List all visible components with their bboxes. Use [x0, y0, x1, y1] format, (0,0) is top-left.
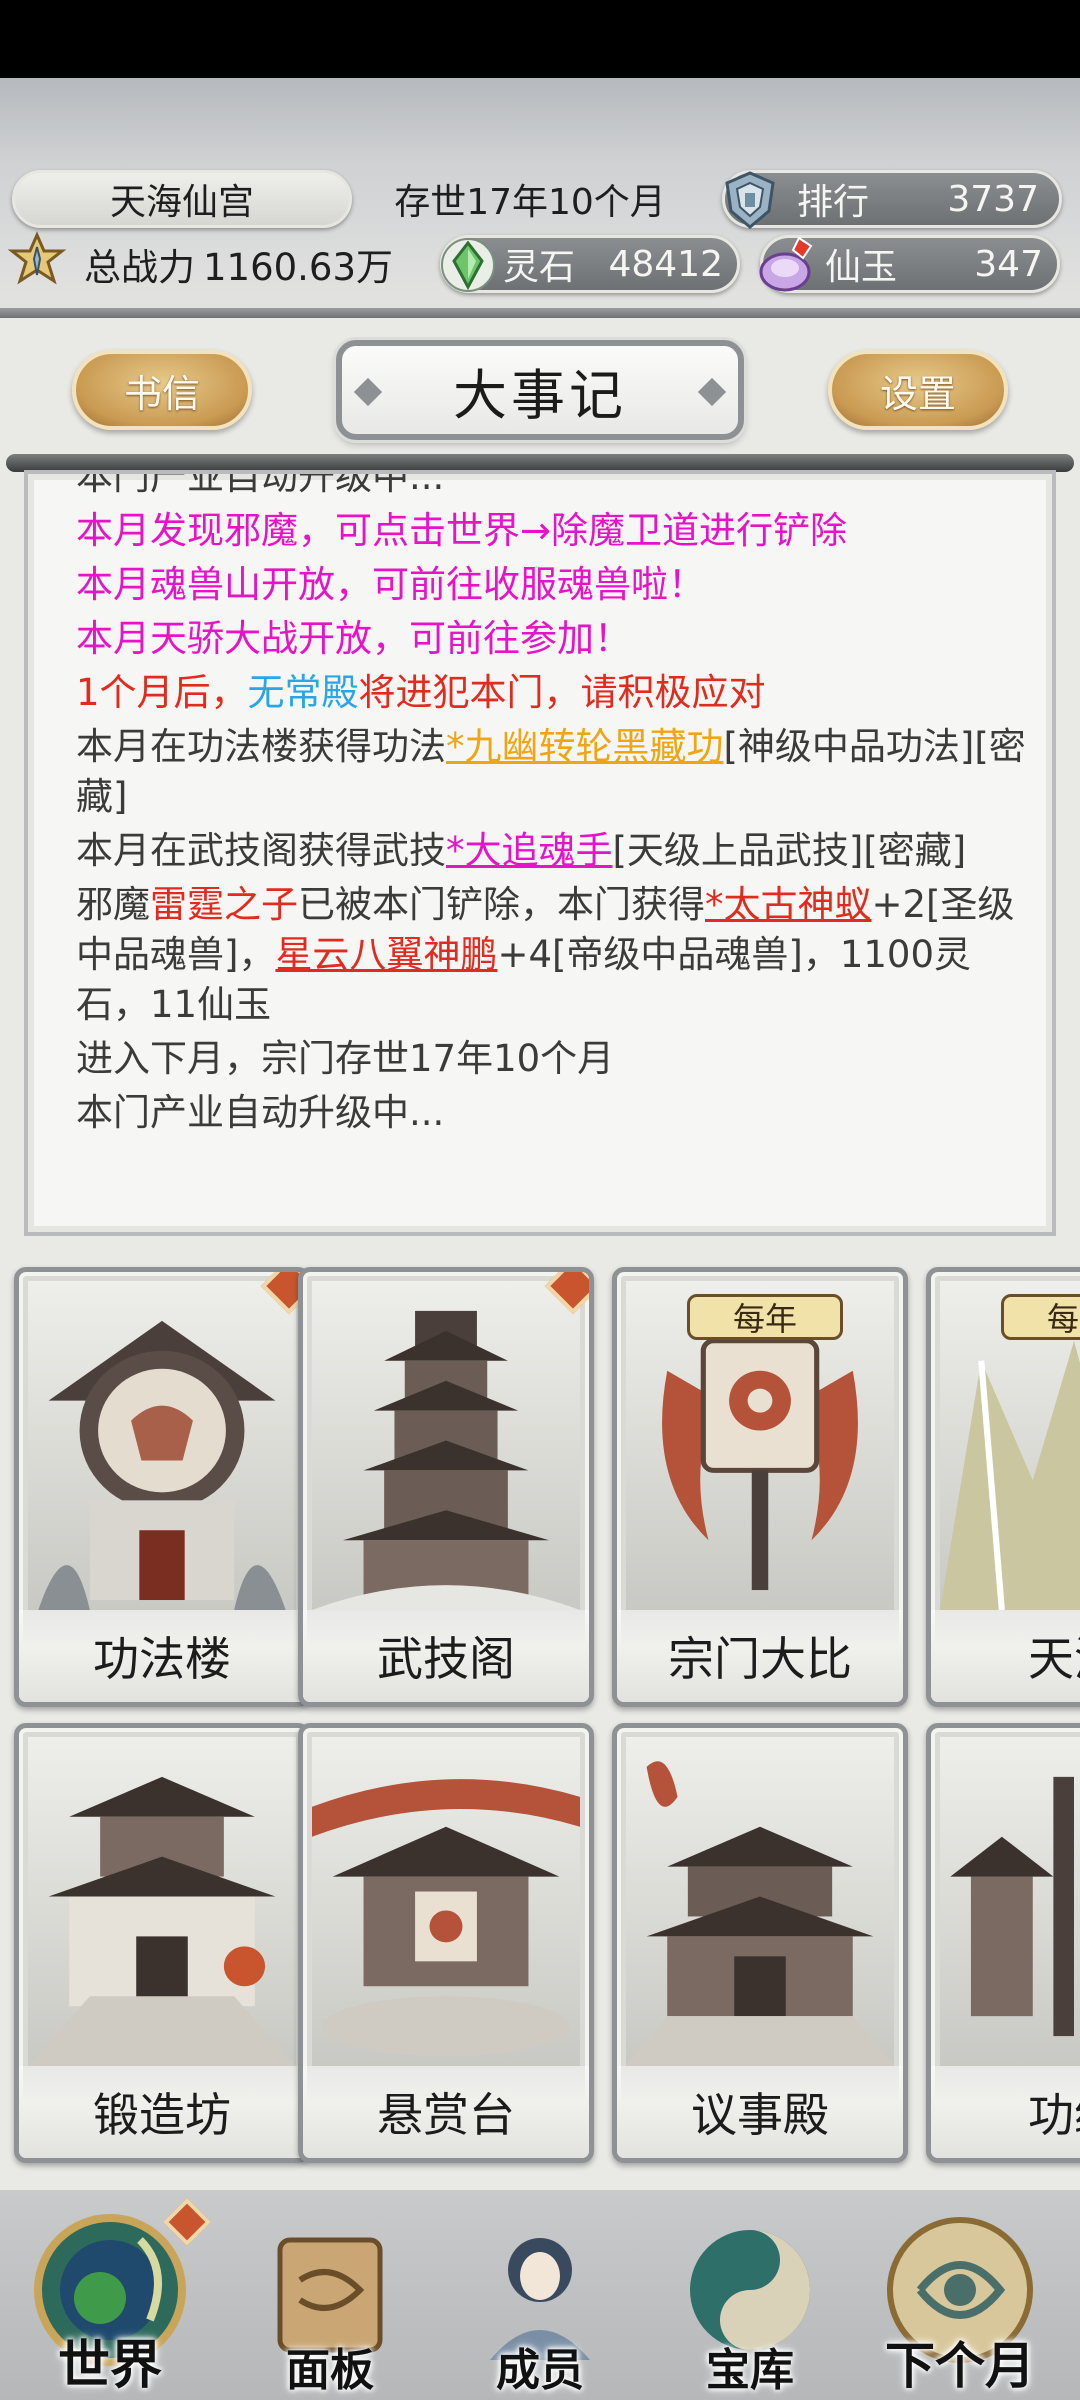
- combat-power: 总战力 1160.63万: [7, 231, 412, 293]
- council-hall-art: [626, 1737, 894, 2066]
- page-title: 大事记: [336, 340, 744, 440]
- power-label: 总战力: [84, 246, 195, 289]
- log-entry: 本月在功法楼获得功法*九幽转轮黑藏功[神级中品功法][密藏]: [76, 722, 1036, 822]
- merit-art: [940, 1737, 1080, 2066]
- building-card-merit[interactable]: 功绩: [926, 1723, 1080, 2163]
- log-text: 已被本门铲除，本门获得: [298, 883, 705, 926]
- building-label: 锻造坊: [19, 2066, 305, 2158]
- log-text: 将进犯本门，请积极应对: [358, 671, 766, 714]
- letters-label: 书信: [123, 371, 200, 416]
- nav-world-label: 世界: [57, 2335, 162, 2396]
- sect-age-text: 存世17年10个月: [394, 182, 666, 223]
- building-card-technique-tower[interactable]: 功法楼: [14, 1267, 310, 1707]
- beast-link[interactable]: *太古神蚁: [705, 883, 872, 926]
- building-label: 悬赏台: [303, 2066, 589, 2158]
- technique-tower-art: [28, 1281, 296, 1610]
- jade-value: 347: [974, 243, 1043, 285]
- building-card-bounty-board[interactable]: 悬赏台: [298, 1723, 594, 2163]
- nav-vault-button[interactable]: 宝库: [650, 2200, 850, 2400]
- nav-next-month-button[interactable]: 下个月: [860, 2200, 1060, 2400]
- log-text: 邪魔: [76, 883, 150, 926]
- faction-name[interactable]: 无常殿: [248, 671, 359, 714]
- building-label: 天涯: [931, 1610, 1080, 1702]
- log-text: 1个月后，: [76, 671, 248, 714]
- building-card-sect-tournament[interactable]: 每年 宗门大比: [612, 1267, 908, 1707]
- building-card-council-hall[interactable]: 议事殿: [612, 1723, 908, 2163]
- left-gem-ornament: [353, 377, 383, 407]
- letters-button[interactable]: 书信: [72, 350, 252, 430]
- sect-name: 天海仙宫: [109, 182, 254, 223]
- rank-label: 排行: [797, 182, 870, 223]
- stone-label: 灵石: [503, 247, 576, 288]
- technique-link[interactable]: *九幽转轮黑藏功: [446, 725, 724, 768]
- immortal-jade-pill[interactable]: 仙玉 347: [759, 235, 1060, 293]
- log-entry: 进入下月，宗门存世17年10个月: [76, 1037, 615, 1080]
- building-label: 武技阁: [303, 1610, 589, 1702]
- settings-button[interactable]: 设置: [828, 350, 1008, 430]
- rank-pill[interactable]: 排行 3737: [722, 170, 1062, 229]
- event-log-panel[interactable]: 本门产业自动升级中... 本月发现邪魔，可点击世界→除魔卫道进行铲除 本月魂兽山…: [24, 470, 1056, 1236]
- yearly-tag: 每年: [1001, 1294, 1080, 1340]
- log-text: 本月在功法楼获得功法: [76, 725, 446, 768]
- skill-link[interactable]: *大追魂手: [446, 829, 613, 872]
- immortal-jade-icon: [753, 230, 823, 300]
- building-label: 功法楼: [19, 1610, 305, 1702]
- nav-next-month-label: 下个月: [885, 2336, 1035, 2395]
- log-entry: 本月发现邪魔，可点击世界→除魔卫道进行铲除: [76, 509, 848, 552]
- page-title-text: 大事记: [453, 363, 627, 427]
- beast-link[interactable]: 星云八翼神鹏: [275, 933, 497, 976]
- log-text: 本月在武技阁获得武技: [76, 829, 446, 872]
- building-label: 议事殿: [617, 2066, 903, 2158]
- building-label: 宗门大比: [617, 1610, 903, 1702]
- nav-panel-button[interactable]: 面板: [230, 2200, 430, 2400]
- power-value: 1160.63万: [203, 246, 394, 289]
- log-entry: 本月魂兽山开放，可前往收服魂兽啦！: [76, 563, 705, 606]
- rank-value: 3737: [947, 178, 1039, 220]
- nav-members-label: 成员: [496, 2345, 584, 2396]
- building-label: 功绩: [931, 2066, 1080, 2158]
- building-card-forge[interactable]: 锻造坊: [14, 1723, 310, 2163]
- status-bar: [0, 0, 1080, 78]
- spirit-stone-icon: [433, 230, 503, 300]
- sect-age: 存世17年10个月: [350, 170, 710, 228]
- log-entry: 本门产业自动升级中...: [76, 1091, 445, 1134]
- event-log-list: 本门产业自动升级中... 本月发现邪魔，可点击世界→除魔卫道进行铲除 本月魂兽山…: [76, 474, 1036, 1142]
- martial-pavilion-art: [312, 1281, 580, 1610]
- stone-value: 48412: [608, 243, 723, 285]
- nav-panel-label: 面板: [286, 2345, 374, 2396]
- settings-label: 设置: [879, 371, 956, 416]
- log-entry: 本门产业自动升级中...: [76, 470, 445, 498]
- power-icon: [2, 227, 72, 297]
- log-entry: 本月天骄大战开放，可前往参加！: [76, 617, 631, 660]
- sect-name-pill: 天海仙宫: [12, 170, 352, 228]
- forge-art: [28, 1737, 296, 2066]
- log-entry: 本月在武技阁获得武技*大追魂手[天级上品武技][密藏]: [76, 826, 1036, 876]
- spirit-stone-pill[interactable]: 灵石 48412: [440, 235, 740, 293]
- nav-vault-label: 宝库: [706, 2345, 794, 2396]
- demon-name[interactable]: 雷霆之子: [150, 883, 298, 926]
- yearly-tag: 每年: [687, 1294, 843, 1340]
- jade-label: 仙玉: [825, 247, 898, 288]
- nav-members-button[interactable]: 成员: [440, 2200, 640, 2400]
- rank-icon: [715, 165, 785, 235]
- right-gem-ornament: [697, 377, 727, 407]
- log-entry: 邪魔雷霆之子已被本门铲除，本门获得*太古神蚁+2[圣级中品魂兽]，星云八翼神鹏+…: [76, 880, 1036, 1030]
- building-grid: 功法楼 武技阁 每年 宗门大比 每 天 锻造坊 悬赏台 议事殿 功: [0, 1255, 1080, 2185]
- building-card-martial-pavilion[interactable]: 武技阁: [298, 1267, 594, 1707]
- log-entry: 1个月后，无常殿将进犯本门，请积极应对: [76, 668, 1036, 718]
- log-text: [天级上品武技][密藏]: [612, 829, 967, 872]
- building-card-tianya[interactable]: 每年 天涯: [926, 1267, 1080, 1707]
- bounty-board-art: [312, 1737, 580, 2066]
